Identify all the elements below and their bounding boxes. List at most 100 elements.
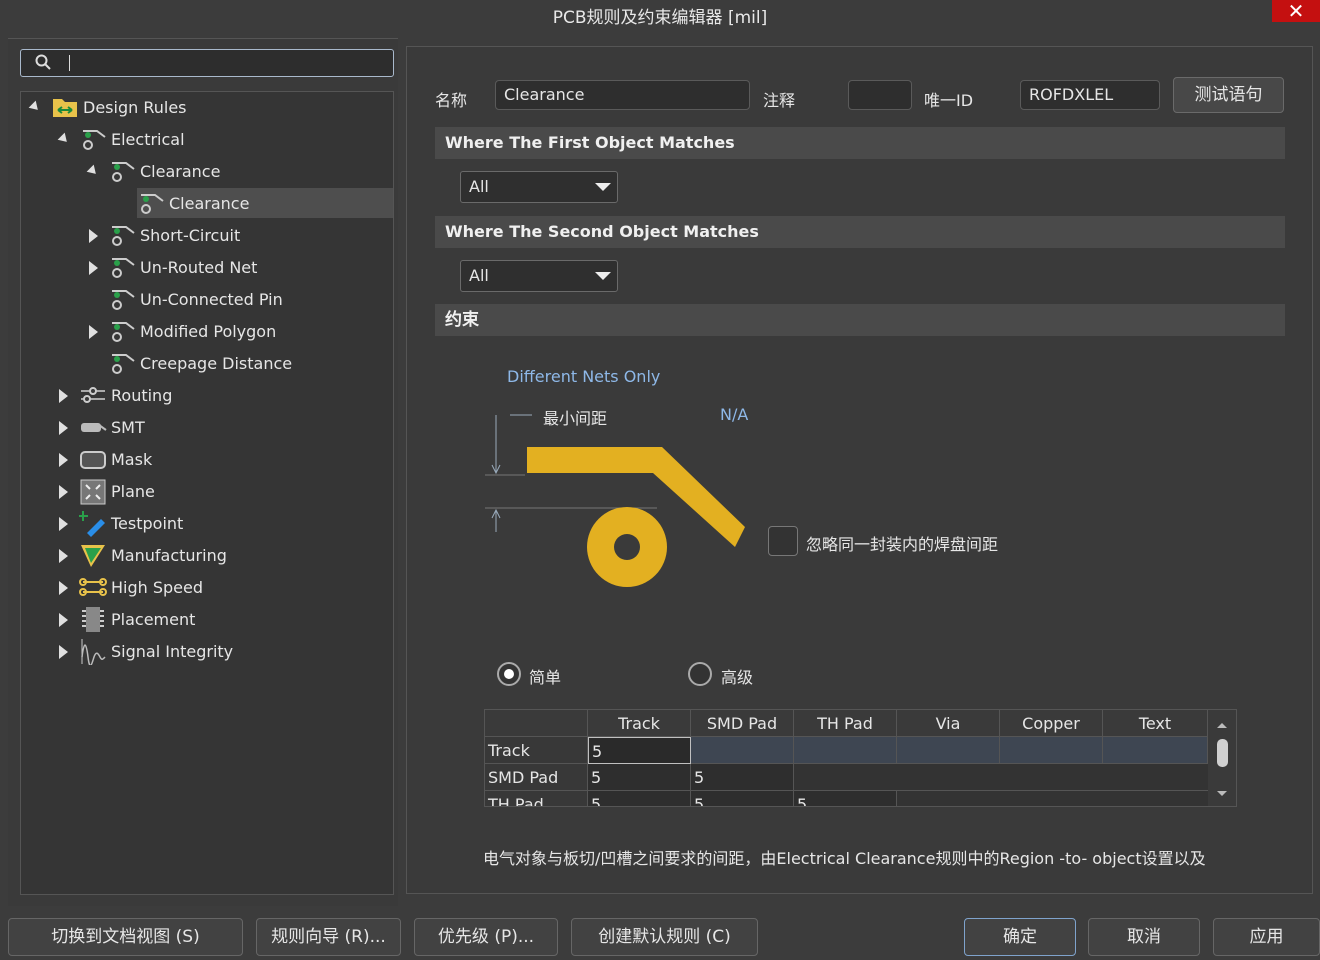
tree-item-high-speed[interactable]: High Speed [79,572,203,602]
chevron-down-icon [595,272,611,280]
matrix-scrollbar[interactable] [1208,710,1236,806]
matrix-row-header: SMD Pad [485,764,588,791]
comment-label: 注释 [763,91,796,110]
expand-toggle-smt[interactable] [59,421,68,435]
expand-toggle-plane[interactable] [59,485,68,499]
priorities-button[interactable]: 优先级 (P)... [414,918,558,956]
tree-item-design-rules[interactable]: Design Rules [51,92,187,122]
second-object-scope-select[interactable]: All [460,260,618,292]
expand-toggle-electrical[interactable] [57,132,71,146]
expand-toggle-routing[interactable] [59,389,68,403]
search-input[interactable] [20,49,394,77]
matrix-cell[interactable]: 5 [794,791,897,806]
matrix-cell[interactable]: 5 [588,737,691,764]
matrix-cell[interactable] [1103,737,1208,764]
rule-icon [112,354,135,374]
constraints-section-title: 约束 [435,304,1285,336]
ok-button[interactable]: 确定 [964,918,1076,956]
matrix-cell[interactable]: 5 [588,791,691,806]
expand-toggle-placement[interactable] [59,613,68,627]
matrix-row-header: TH Pad [485,791,588,806]
expand-toggle-design-rules[interactable] [28,100,42,114]
matrix-corner [485,710,588,737]
matrix-cell[interactable]: 5 [691,791,794,806]
rule-icon [83,130,106,150]
tree-label: Mask [111,449,153,469]
tree-item-unrouted-net[interactable]: Un-Routed Net [108,252,257,282]
search-caret [69,55,70,71]
create-default-rules-button[interactable]: 创建默认规则 (C) [571,918,758,956]
net-scope-link[interactable]: Different Nets Only [507,367,660,386]
uid-field[interactable]: ROFDXLEL [1020,80,1160,110]
comment-field[interactable] [848,80,912,110]
select-value: All [469,266,489,285]
test-query-button[interactable]: 测试语句 [1173,77,1284,113]
apply-button[interactable]: 应用 [1213,918,1320,956]
plane-icon [80,479,106,505]
expand-toggle-signal-integrity[interactable] [59,645,68,659]
tree-item-placement[interactable]: Placement [79,604,195,634]
tree-item-mask[interactable]: Mask [79,444,152,474]
tree-item-short-circuit[interactable]: Short-Circuit [108,220,240,250]
rule-wizard-button[interactable]: 规则向导 (R)... [256,918,401,956]
clearance-diagram [485,414,745,587]
routing-icon [81,387,105,403]
rule-name-field[interactable]: Clearance [495,80,750,110]
matrix-empty-area [794,764,1208,791]
window-title: PCB规则及约束编辑器 [mil] [552,8,768,28]
high-speed-icon [79,578,107,596]
tree-label: Un-Connected Pin [140,289,283,309]
expand-toggle-mask[interactable] [59,453,68,467]
tree-label: SMT [111,417,145,437]
ignore-pad-clearance-checkbox[interactable] [768,526,798,556]
tree-item-testpoint[interactable]: Testpoint [79,508,183,538]
expand-toggle-high-speed[interactable] [59,581,68,595]
rules-tree-panel: Design Rules Electrical Clearance Cleara… [8,38,398,906]
mask-icon [80,451,106,469]
simple-mode-radio[interactable] [497,662,521,686]
expand-toggle-unrouted-net[interactable] [89,261,98,275]
switch-to-document-view-button[interactable]: 切换到文档视图 (S) [8,918,243,956]
testpoint-icon [79,511,105,537]
matrix-cell[interactable] [1000,737,1103,764]
tree-label: Clearance [169,193,250,213]
select-value: All [469,177,489,196]
tree-item-clearance-group[interactable]: Clearance [108,156,220,186]
cancel-button[interactable]: 取消 [1088,918,1200,956]
expand-toggle-manufacturing[interactable] [59,549,68,563]
matrix-cell[interactable]: 5 [691,764,794,791]
tree-item-electrical[interactable]: Electrical [79,124,185,154]
first-object-scope-select[interactable]: All [460,171,618,203]
close-icon[interactable]: ✕ [1272,0,1320,22]
expand-toggle-testpoint[interactable] [59,517,68,531]
tree-item-smt[interactable]: SMT [79,412,145,442]
expand-toggle-short-circuit[interactable] [89,229,98,243]
matrix-column-header: Text [1103,710,1208,737]
matrix-column-header: TH Pad [794,710,897,737]
advanced-mode-radio[interactable] [688,662,712,686]
tree-item-plane[interactable]: Plane [79,476,155,506]
tree-item-unconnected-pin[interactable]: Un-Connected Pin [108,284,283,314]
scrollbar-arrows [1217,723,1228,796]
tree-item-modified-polygon[interactable]: Modified Polygon [108,316,276,346]
matrix-cell[interactable] [691,737,794,764]
rule-icon [112,258,135,278]
tree-label: Electrical [111,129,185,149]
rules-tree: Design Rules Electrical Clearance Cleara… [20,91,394,895]
tree-item-signal-integrity[interactable]: Signal Integrity [79,636,233,666]
tree-item-manufacturing[interactable]: Manufacturing [79,540,227,570]
matrix-column-header: Copper [1000,710,1103,737]
tree-item-creepage-distance[interactable]: Creepage Distance [108,348,292,378]
rule-icon [112,322,135,342]
matrix-cell[interactable] [897,737,1000,764]
matrix-cell[interactable] [794,737,897,764]
tree-item-routing[interactable]: Routing [79,380,172,410]
smt-icon [81,423,107,432]
expand-toggle-modified-polygon[interactable] [89,325,98,339]
tree-label: Design Rules [83,97,187,117]
expand-toggle-clearance[interactable] [86,164,100,178]
tree-item-clearance-rule[interactable]: Clearance [137,188,393,218]
signal-integrity-icon [81,639,106,665]
matrix-cell[interactable]: 5 [588,764,691,791]
tree-label: Routing [111,385,173,405]
